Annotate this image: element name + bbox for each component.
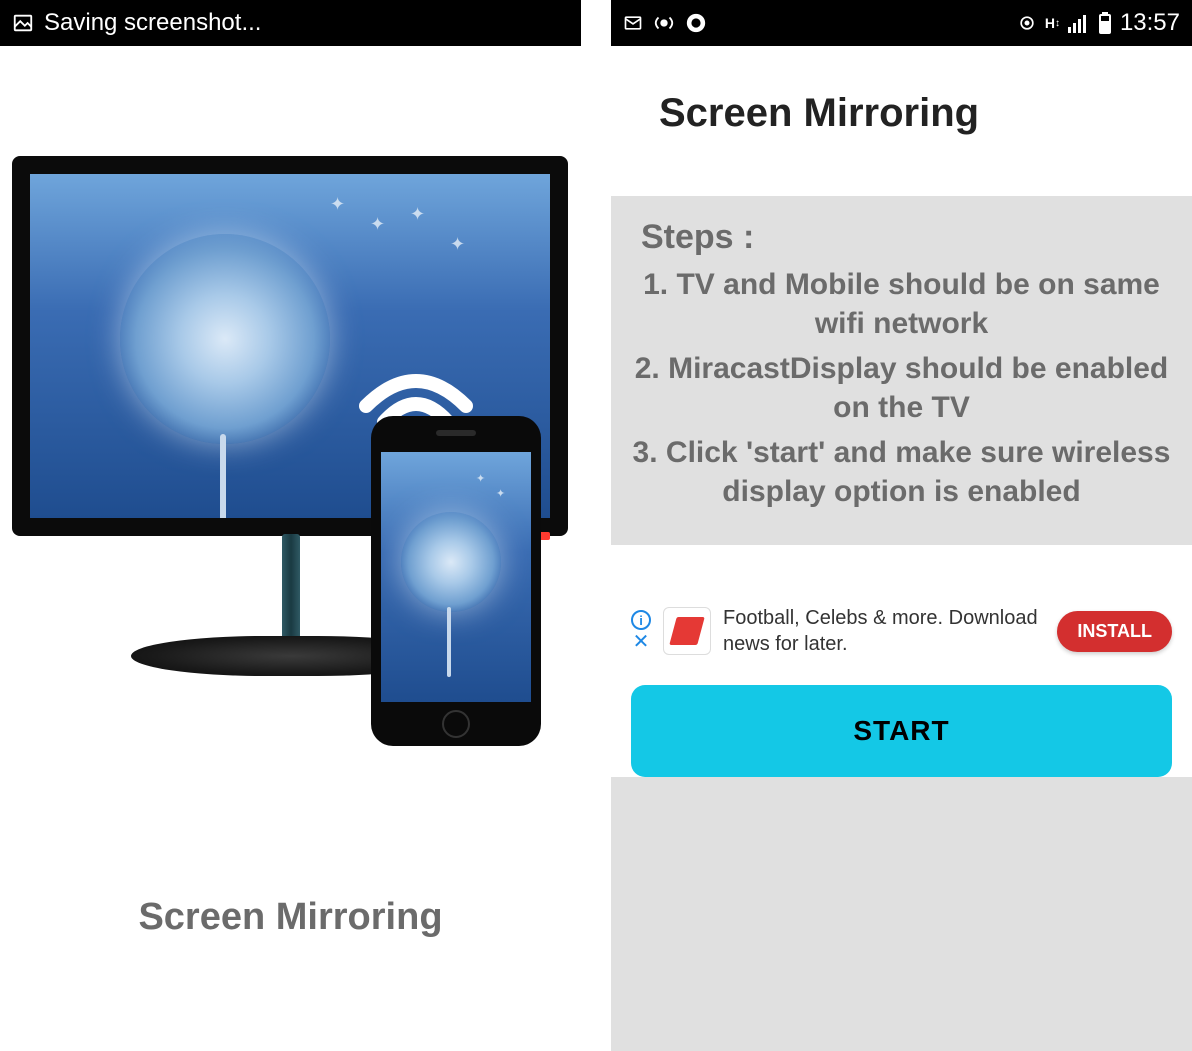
ad-info-icon[interactable]: i — [631, 610, 651, 630]
ad-banner: i ✕ Football, Celebs & more. Download ne… — [631, 605, 1172, 657]
hero-illustration: ✦ ✦ ✦ ✦ ✦ — [0, 156, 581, 776]
status-text: Saving screenshot... — [44, 9, 261, 37]
step-2: 2. MiracastDisplay should be enabled on … — [631, 349, 1172, 427]
ad-text: Football, Celebs & more. Download news f… — [723, 605, 1045, 657]
page-title: Screen Mirroring — [659, 91, 1192, 136]
steps-heading: Steps : — [641, 218, 1172, 257]
bottom-grey-area — [611, 777, 1192, 1051]
step-1: 1. TV and Mobile should be on same wifi … — [631, 265, 1172, 343]
signal-icon — [1068, 13, 1090, 33]
step-3: 3. Click 'start' and make sure wireless … — [631, 433, 1172, 511]
steps-box: Steps : 1. TV and Mobile should be on sa… — [611, 196, 1192, 545]
status-bar-right: H↕ 13:57 — [611, 0, 1192, 46]
left-screenshot: Saving screenshot... ✦ ✦ ✦ ✦ — [0, 0, 581, 1051]
status-time: 13:57 — [1120, 9, 1180, 37]
ad-close-icon[interactable]: ✕ — [633, 632, 650, 652]
phone-graphic: ✦ ✦ — [371, 416, 541, 746]
data-icon: H↕ — [1045, 15, 1060, 31]
hotspot-icon — [653, 13, 675, 33]
image-icon — [12, 12, 34, 34]
mail-icon — [623, 13, 643, 33]
install-button[interactable]: INSTALL — [1057, 611, 1172, 652]
circle-icon — [685, 12, 707, 34]
status-bar-left: Saving screenshot... — [0, 0, 581, 46]
battery-icon — [1098, 12, 1112, 34]
ad-app-icon[interactable] — [663, 607, 711, 655]
left-title: Screen Mirroring — [0, 896, 581, 939]
location-icon — [1017, 13, 1037, 33]
start-button[interactable]: START — [631, 685, 1172, 777]
right-screenshot: H↕ 13:57 Screen Mirroring Steps : 1. TV … — [611, 0, 1192, 1051]
